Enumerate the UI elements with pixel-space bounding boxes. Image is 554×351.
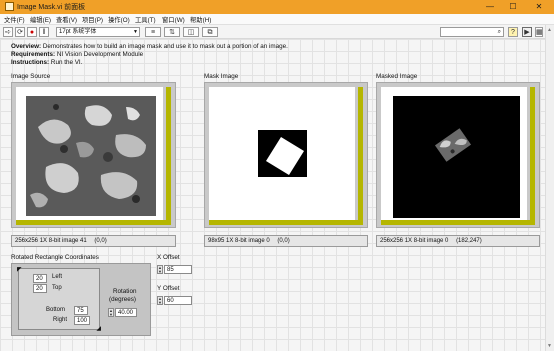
masked-image-info: 256x256 1X 8-bit image 0 — [380, 238, 449, 244]
rotation-label: Rotation — [113, 288, 137, 295]
y-offset-input[interactable]: 60 — [164, 296, 192, 305]
instructions-label: Instructions: — [11, 59, 50, 66]
menu-operate[interactable]: 操作(O) — [108, 15, 130, 24]
source-image — [26, 96, 156, 216]
top-label: Top — [52, 285, 62, 291]
toolbar: ➪ ⟳ ● ‖ 17pt 系统字体 ▼ ≡ ⇅ ◫ ⧉ ⌕ ? ▶ ▦ — [0, 25, 554, 39]
requirements-line: Requirements: NI Vision Development Modu… — [11, 51, 143, 58]
menu-project[interactable]: 项目(P) — [82, 15, 103, 24]
font-select[interactable]: 17pt 系统字体 ▼ — [56, 27, 140, 37]
close-button[interactable]: ✕ — [529, 0, 549, 14]
connector-pane-icon: ▦ — [535, 27, 543, 37]
y-offset-spinner[interactable]: ▲ ▼ — [157, 296, 163, 305]
help-button[interactable]: ? — [508, 27, 518, 37]
overview-line: Overview: Demonstrates how to build an i… — [11, 43, 288, 50]
menu-help[interactable]: 帮助(H) — [190, 15, 211, 24]
rect-coords-label: Rotated Rectangle Coordinates — [11, 254, 99, 261]
overview-text: Demonstrates how to build an image mask … — [42, 43, 288, 50]
masked-image — [393, 96, 520, 218]
abort-icon[interactable]: ● — [27, 27, 37, 37]
vertical-scrollbar[interactable] — [166, 87, 171, 221]
vi-icon: ▶ — [522, 27, 532, 37]
image-source-info: 256x256 1X 8-bit image 41 — [15, 238, 87, 244]
right-input[interactable]: 100 — [74, 316, 90, 325]
distribute-objects-icon[interactable]: ⇅ — [164, 27, 180, 37]
masked-image-label: Masked Image — [376, 73, 418, 80]
top-input[interactable]: 20 — [33, 284, 47, 293]
instructions-text: Run the VI. — [50, 59, 83, 66]
masked-image-display[interactable] — [376, 82, 540, 228]
minimize-button[interactable]: — — [480, 0, 500, 14]
rect-diagram: ◤ ◢ 20 Left 20 Top Bottom 75 Right 100 — [17, 267, 101, 332]
left-input[interactable]: 20 — [33, 274, 47, 283]
search-input[interactable]: ⌕ — [440, 27, 504, 37]
front-panel: Overview: Demonstrates how to build an i… — [0, 39, 545, 351]
corner-arrow-icon: ◢ — [96, 326, 101, 332]
mask-image — [258, 130, 307, 177]
mask-image-display[interactable] — [204, 82, 368, 228]
mask-image-label: Mask Image — [204, 73, 239, 80]
x-offset-spinner[interactable]: ▲ ▼ — [157, 265, 163, 274]
vertical-scrollbar[interactable] — [358, 87, 363, 221]
vertical-scrollbar[interactable] — [530, 87, 535, 221]
maximize-button[interactable]: ☐ — [503, 0, 523, 14]
rotation-spinner[interactable]: ▲ ▼ — [108, 308, 114, 317]
resize-objects-icon[interactable]: ◫ — [183, 27, 199, 37]
mask-image-canvas — [209, 87, 355, 221]
menu-window[interactable]: 窗口(W) — [162, 15, 185, 24]
x-offset-label: X Offset — [157, 254, 180, 261]
menu-tools[interactable]: 工具(T) — [135, 15, 156, 24]
menu-edit[interactable]: 编辑(E) — [30, 15, 51, 24]
run-continuously-icon[interactable]: ⟳ — [15, 27, 25, 37]
font-select-value: 17pt 系统字体 — [59, 29, 97, 35]
masked-image-info-bar: 256x256 1X 8-bit image 0 (182,247) — [376, 235, 540, 247]
menu-view[interactable]: 查看(V) — [56, 15, 77, 24]
requirements-text: NI Vision Development Module — [56, 51, 144, 58]
corner-arrow-icon: ◤ — [17, 267, 22, 273]
horizontal-scrollbar[interactable] — [16, 220, 171, 225]
align-objects-icon[interactable]: ≡ — [145, 27, 161, 37]
left-label: Left — [52, 274, 63, 280]
right-label: Right — [53, 317, 68, 323]
rotation-unit-label: (degrees) — [109, 296, 136, 303]
horizontal-scrollbar[interactable] — [381, 220, 535, 225]
menu-bar: 文件(F) 编辑(E) 查看(V) 项目(P) 操作(O) 工具(T) 窗口(W… — [0, 14, 554, 25]
image-source-coords: (0,0) — [94, 238, 107, 244]
image-source-canvas — [16, 87, 163, 221]
mask-image-info: 98x95 1X 8-bit image 0 — [208, 238, 270, 244]
mask-image-info-bar: 98x95 1X 8-bit image 0 (0,0) — [204, 235, 368, 247]
rotation-input[interactable]: 40.00 — [115, 308, 137, 317]
run-arrow-icon[interactable]: ➪ — [3, 27, 13, 37]
bottom-input[interactable]: 75 — [74, 306, 88, 315]
pause-icon[interactable]: ‖ — [39, 27, 49, 37]
title-bar: Image Mask.vi 前面板 — ☐ ✕ — [0, 0, 554, 14]
overview-label: Overview: — [11, 43, 42, 50]
mask-image-coords: (0,0) — [277, 238, 290, 244]
window-title: Image Mask.vi 前面板 — [17, 4, 86, 11]
bottom-label: Bottom — [46, 307, 66, 313]
image-source-label: Image Source — [11, 73, 51, 80]
x-offset-input[interactable]: 85 — [164, 265, 192, 274]
image-source-display[interactable] — [11, 82, 176, 228]
masked-image-coords: (182,247) — [456, 238, 482, 244]
labview-icon — [5, 2, 14, 11]
menu-file[interactable]: 文件(F) — [4, 15, 25, 24]
search-icon: ⌕ — [497, 29, 501, 35]
image-source-info-bar: 256x256 1X 8-bit image 41 (0,0) — [11, 235, 176, 247]
rect-coords-cluster: ◤ ◢ 20 Left 20 Top Bottom 75 Right 100 R… — [11, 263, 151, 336]
masked-image-canvas — [381, 87, 527, 221]
horizontal-scrollbar[interactable] — [209, 220, 363, 225]
chevron-down-icon: ▼ — [133, 29, 138, 35]
requirements-label: Requirements: — [11, 51, 56, 58]
y-offset-label: Y Offset — [157, 285, 180, 292]
scroll-down-icon[interactable]: ▼ — [547, 343, 552, 349]
window-vertical-scrollbar[interactable]: ▲ ▼ — [545, 25, 554, 351]
instructions-line: Instructions: Run the VI. — [11, 59, 82, 66]
reorder-icon[interactable]: ⧉ — [202, 27, 218, 37]
scroll-up-icon[interactable]: ▲ — [547, 27, 552, 33]
